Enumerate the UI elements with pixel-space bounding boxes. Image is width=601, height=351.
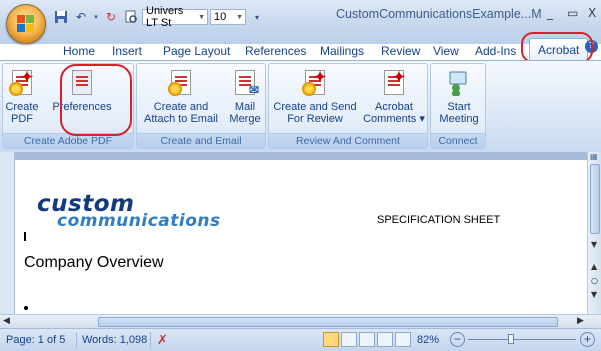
office-button[interactable] (6, 4, 46, 44)
tab-add-ins[interactable]: Add-Ins (475, 44, 516, 58)
font-size-combo[interactable]: 10 ▼ (210, 9, 246, 25)
create-attach-email-button[interactable]: Create and Attach to Email (137, 68, 225, 125)
scroll-right-icon[interactable]: ▶ (577, 316, 584, 326)
quick-access-toolbar: ↶ ▾ ↻ Univers LT St ▼ 10 ▼ ▾ (52, 5, 266, 29)
font-name-value: Univers LT St (146, 5, 184, 29)
horizontal-scroll-thumb[interactable] (98, 317, 558, 327)
zoom-out-icon[interactable]: − (450, 332, 465, 347)
window-title: CustomCommunicationsExample...M (336, 7, 542, 21)
start-meeting-button[interactable]: Start Meeting (433, 68, 485, 125)
text-cursor (24, 232, 26, 241)
bullet-icon (24, 306, 28, 310)
zoom-level[interactable]: 82% (417, 334, 439, 346)
status-bar: Page: 1 of 5 Words: 1,098 ✗ 82% − + (0, 328, 601, 351)
web-layout-button[interactable] (359, 332, 375, 347)
tab-mailings[interactable]: Mailings (320, 44, 364, 58)
create-pdf-button[interactable]: ✦ Create PDF (5, 68, 39, 126)
mail-merge-label-2: Merge (229, 113, 261, 125)
ruler-toggle-icon[interactable]: ▦ (590, 152, 598, 161)
customize-toolbar-icon[interactable]: ▾ (248, 8, 266, 26)
create-attach-email-icon (166, 68, 196, 98)
logo-communications-text: communications (57, 211, 221, 231)
scroll-down-icon[interactable]: ▼ (591, 240, 597, 249)
create-send-review-button[interactable]: ✦ Create and Send For Review (271, 68, 359, 126)
status-divider (76, 332, 77, 348)
mail-merge-button[interactable]: ✉ Mail Merge (225, 68, 265, 125)
print-layout-view-button[interactable] (323, 332, 339, 347)
mail-merge-label-1: Mail (234, 101, 256, 113)
acrobat-comments-button[interactable]: ✦ Acrobat Comments ▾ (361, 68, 427, 126)
group-review-and-comment: ✦ Create and Send For Review ✦ Acrobat C… (268, 63, 428, 149)
create-send-review-icon: ✦ (300, 68, 330, 98)
font-size-value: 10 (214, 11, 227, 23)
word-count[interactable]: Words: 1,098 (82, 334, 147, 346)
save-icon[interactable] (52, 8, 70, 26)
draft-view-button[interactable] (395, 332, 411, 347)
scroll-left-icon[interactable]: ◀ (3, 316, 10, 326)
status-divider (150, 332, 151, 348)
full-screen-reading-button[interactable] (341, 332, 357, 347)
tab-insert[interactable]: Insert (112, 44, 142, 58)
redo-icon[interactable]: ↻ (102, 8, 120, 26)
document-area: custom communications SPECIFICATION SHEE… (0, 152, 601, 314)
outline-view-button[interactable] (377, 332, 393, 347)
start-meeting-label-2: Meeting (439, 113, 479, 125)
create-send-review-label-1: Create and Send (273, 101, 357, 113)
undo-dropdown-icon[interactable]: ▾ (92, 8, 100, 26)
company-overview-heading: Company Overview (24, 254, 164, 271)
mail-merge-icon: ✉ (230, 68, 260, 98)
start-meeting-label-1: Start (447, 101, 471, 113)
group-connect: Start Meeting Connect (430, 63, 486, 149)
create-pdf-label-2: PDF (11, 113, 33, 125)
acrobat-comments-icon: ✦ (379, 68, 409, 98)
undo-icon[interactable]: ↶ (72, 8, 90, 26)
horizontal-scrollbar[interactable]: ◀ ▶ (0, 314, 601, 329)
group-create-and-email: Create and Attach to Email ✉ Mail Merge … (136, 63, 266, 149)
title-bar: ↶ ▾ ↻ Univers LT St ▼ 10 ▼ ▾ CustomCommu… (0, 0, 601, 44)
chevron-down-icon: ▼ (236, 13, 243, 21)
annotation-circle-acrobat-tab (521, 32, 593, 63)
zoom-slider-thumb[interactable] (508, 334, 515, 344)
font-name-combo[interactable]: Univers LT St ▼ (142, 5, 208, 29)
specification-sheet-text: SPECIFICATION SHEET (377, 214, 501, 226)
vertical-scrollbar[interactable]: ▦ ▼ ▲ ○ ▼ (587, 152, 601, 314)
group-label-review-and-comment: Review And Comment (269, 133, 427, 148)
create-pdf-label-1: Create (5, 101, 39, 113)
vertical-scroll-thumb[interactable] (590, 164, 600, 234)
create-send-review-label-2: For Review (287, 113, 343, 125)
office-logo-icon (17, 15, 35, 33)
print-preview-icon[interactable] (122, 8, 140, 26)
acrobat-comments-label-2: Comments ▾ (363, 113, 425, 125)
tab-page-layout[interactable]: Page Layout (163, 44, 230, 58)
annotation-circle-preferences (60, 64, 132, 136)
create-attach-email-label-1: Create and (153, 101, 209, 113)
zoom-in-icon[interactable]: + (580, 332, 595, 347)
group-label-create-and-email: Create and Email (137, 133, 265, 148)
tab-references[interactable]: References (245, 44, 306, 58)
acrobat-comments-label-1: Acrobat (375, 101, 413, 113)
group-label-connect: Connect (431, 133, 485, 148)
start-meeting-icon (444, 68, 474, 98)
create-pdf-icon: ✦ (7, 68, 37, 98)
page-count[interactable]: Page: 1 of 5 (6, 334, 65, 346)
vertical-ruler (0, 152, 15, 314)
tab-review[interactable]: Review (381, 44, 420, 58)
create-attach-email-label-2: Attach to Email (144, 113, 218, 125)
select-browse-object-icon[interactable]: ○ (591, 276, 598, 285)
proofing-errors-icon[interactable]: ✗ (157, 332, 168, 348)
previous-page-icon[interactable]: ▲ (591, 262, 597, 271)
minimize-button[interactable]: _ (547, 6, 553, 20)
zoom-slider-track[interactable] (468, 334, 576, 344)
tab-home[interactable]: Home (63, 44, 95, 58)
restore-button[interactable]: ▭ (567, 6, 578, 20)
next-page-icon[interactable]: ▼ (591, 290, 597, 299)
close-button[interactable]: X (588, 6, 596, 20)
chevron-down-icon: ▼ (198, 13, 205, 21)
document-page[interactable]: custom communications SPECIFICATION SHEE… (15, 160, 587, 314)
tab-view[interactable]: View (433, 44, 459, 58)
